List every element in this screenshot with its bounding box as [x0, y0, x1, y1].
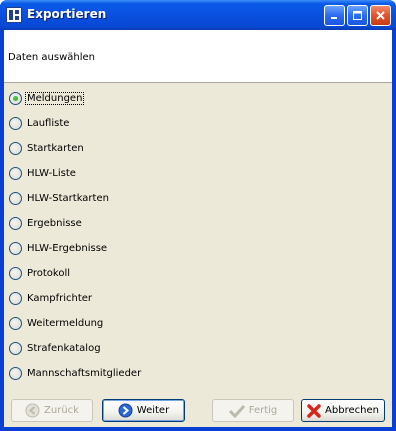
export-option-label: Kampfrichter — [27, 292, 93, 304]
export-option[interactable]: HLW-Ergebnisse — [9, 240, 108, 256]
export-option[interactable]: Meldungen — [9, 90, 85, 106]
export-option-label: Protokoll — [27, 267, 71, 279]
back-button[interactable]: Zurück — [11, 399, 93, 422]
radio-button[interactable] — [9, 91, 22, 105]
cancel-button[interactable]: Abbrechen — [301, 399, 385, 422]
dialog-client-area: Daten auswählen Meldungen Laufliste Startk… — [4, 30, 392, 427]
radio-button[interactable] — [9, 366, 22, 380]
next-button-label: Weiter — [136, 405, 170, 416]
arrow-left-icon — [25, 403, 40, 418]
maximize-icon — [353, 11, 362, 20]
red-x-icon — [307, 403, 321, 418]
radio-button[interactable] — [9, 341, 22, 355]
export-option-label: HLW-Liste — [27, 167, 76, 179]
export-option-label: Startkarten — [27, 142, 84, 154]
back-button-label: Zurück — [44, 405, 79, 416]
export-option[interactable]: Mannschaftsmitglieder — [9, 365, 142, 381]
finish-button-label: Fertig — [248, 405, 278, 416]
checkmark-icon — [228, 404, 245, 418]
window-border-bottom — [0, 427, 396, 431]
window-title: Exportieren — [27, 7, 107, 21]
minimize-button[interactable] — [324, 5, 345, 26]
minimize-icon — [331, 17, 337, 19]
export-option-label: HLW-Ergebnisse — [27, 242, 108, 254]
export-option[interactable]: Kampfrichter — [9, 290, 93, 306]
export-option[interactable]: HLW-Liste — [9, 165, 77, 181]
radio-button[interactable] — [9, 266, 22, 280]
finish-button[interactable]: Fertig — [212, 399, 294, 422]
radio-button[interactable] — [9, 116, 22, 130]
export-option[interactable]: Strafenkatalog — [9, 340, 102, 356]
export-option-label: Meldungen — [24, 91, 85, 105]
radio-button[interactable] — [9, 216, 22, 230]
radio-button[interactable] — [9, 191, 22, 205]
export-option[interactable]: Protokoll — [9, 265, 71, 281]
export-option[interactable]: Laufliste — [9, 115, 70, 131]
maximize-button[interactable] — [347, 5, 368, 26]
cancel-button-label: Abbrechen — [325, 405, 379, 416]
title-bar[interactable]: Exportieren — [0, 0, 396, 30]
export-option-label: Laufliste — [27, 117, 70, 129]
export-option[interactable]: Startkarten — [9, 140, 85, 156]
export-option-label: HLW-Startkarten — [27, 192, 109, 204]
export-option[interactable]: Ergebnisse — [9, 215, 83, 231]
app-icon — [6, 7, 22, 23]
radio-button[interactable] — [9, 291, 22, 305]
radio-button[interactable] — [9, 241, 22, 255]
arrow-right-icon — [118, 403, 133, 418]
export-option-label: Ergebnisse — [27, 217, 82, 229]
close-icon — [376, 11, 385, 20]
radio-button[interactable] — [9, 141, 22, 155]
radio-button[interactable] — [9, 166, 22, 180]
export-option-label: Strafenkatalog — [27, 342, 101, 354]
page-title: Daten auswählen — [8, 52, 96, 63]
export-option[interactable]: HLW-Startkarten — [9, 190, 110, 206]
radio-button[interactable] — [9, 316, 22, 330]
export-option[interactable]: Weitermeldung — [9, 315, 104, 331]
next-button[interactable]: Weiter — [102, 399, 185, 422]
close-button[interactable] — [370, 5, 391, 26]
wizard-header: Daten auswählen — [4, 30, 392, 83]
export-window: Exportieren Daten auswählen Meldungen Lau… — [0, 0, 396, 431]
export-option-label: Weitermeldung — [27, 317, 104, 329]
export-option-label: Mannschaftsmitglieder — [27, 367, 142, 379]
